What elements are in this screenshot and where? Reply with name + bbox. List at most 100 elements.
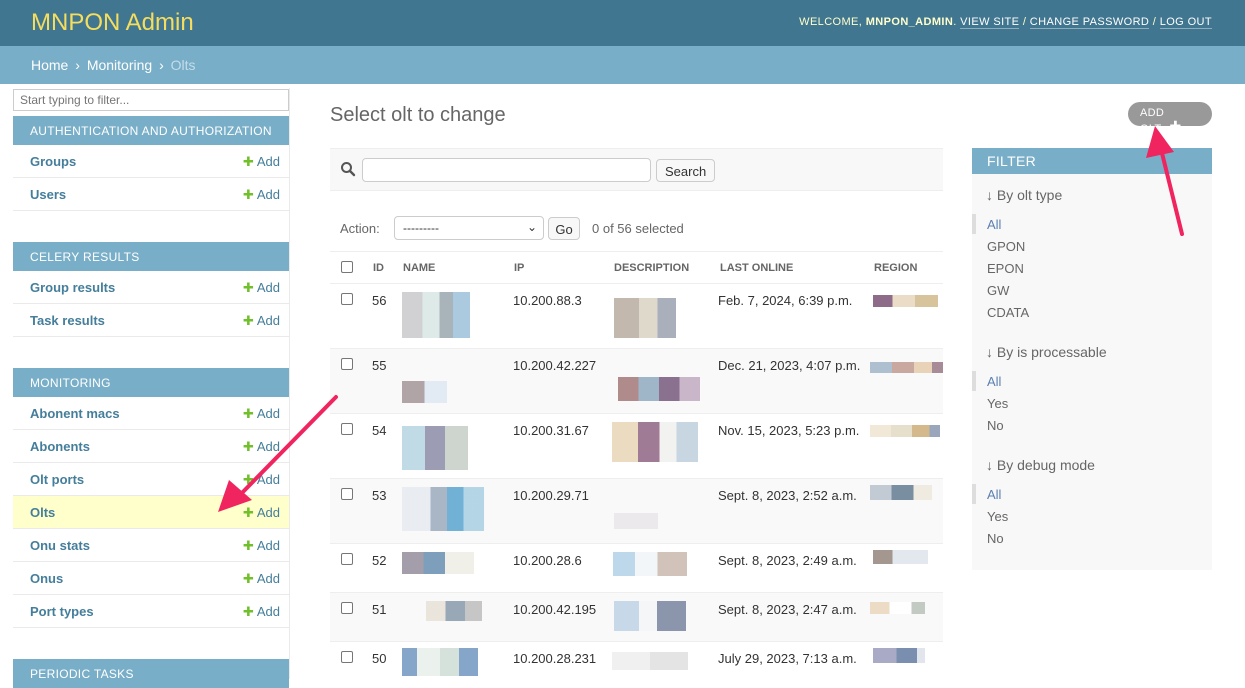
add-olt-button[interactable]: ADD OLT ✚ [1128,102,1212,135]
sidebar-item-olts[interactable]: Olts ✚ Add [13,496,289,529]
filter-debug-all[interactable]: All [987,487,1001,502]
breadcrumb-monitoring[interactable]: Monitoring [87,57,152,73]
breadcrumb-separator: › [75,57,80,73]
add-abonents-link[interactable]: ✚ Add [243,439,280,455]
sidebar-item-label[interactable]: Olts [30,505,55,520]
sidebar-item-label[interactable]: Abonents [30,439,90,454]
redacted-name[interactable] [402,648,478,676]
module-caption-monitoring[interactable]: MONITORING [13,368,289,397]
table-row[interactable]: 56 10.200.88.3 Feb. 7, 2024, 6:39 p.m. [330,284,943,349]
redacted-name[interactable] [402,381,447,403]
row-checkbox[interactable] [341,651,353,663]
sidebar-item-label[interactable]: Abonent macs [30,406,120,421]
site-brand[interactable]: MNPON Admin [31,9,194,37]
redacted-name[interactable] [402,552,474,574]
filter-olt-type-gpon[interactable]: GPON [987,239,1025,254]
sidebar-item-onu-stats[interactable]: Onu stats ✚ Add [13,529,289,562]
plus-icon: ✚ [242,187,254,202]
select-all-checkbox[interactable] [341,261,353,273]
nav-filter-input[interactable] [13,89,289,111]
filter-olt-type-gw[interactable]: GW [987,283,1009,298]
row-checkbox[interactable] [341,293,353,305]
search-input[interactable] [362,158,651,182]
filter-olt-type-cdata[interactable]: CDATA [987,305,1029,320]
sidebar-item-label[interactable]: Users [30,187,66,202]
sidebar-item-label[interactable]: Onus [30,571,63,586]
add-users-link[interactable]: ✚ Add [243,187,280,203]
add-onu-stats-link[interactable]: ✚ Add [243,538,280,554]
table-row[interactable]: 52 10.200.28.6 Sept. 8, 2023, 2:49 a.m. [330,544,943,593]
breadcrumb-home[interactable]: Home [31,57,68,73]
redacted-name[interactable] [426,601,482,621]
column-header-description[interactable]: DESCRIPTION [614,262,689,274]
add-group-results-link[interactable]: ✚ Add [243,280,280,296]
row-ip: 10.200.42.195 [513,602,597,617]
sidebar-item-onus[interactable]: Onus ✚ Add [13,562,289,595]
row-checkbox[interactable] [341,602,353,614]
sidebar-item-label[interactable]: Group results [30,280,115,295]
add-olt-ports-link[interactable]: ✚ Add [243,472,280,488]
column-header-ip[interactable]: IP [514,262,524,274]
filter-olt-type-epon[interactable]: EPON [987,261,1024,276]
column-header-region[interactable]: REGION [874,262,917,274]
redacted-name[interactable] [402,426,468,470]
row-checkbox[interactable] [341,423,353,435]
user-tools: WELCOME, MNPON_ADMIN. VIEW SITE / CHANGE… [799,16,1212,29]
add-groups-link[interactable]: ✚ Add [243,154,280,170]
table-row[interactable]: 50 10.200.28.231 July 29, 2023, 7:13 a.m… [330,642,943,682]
sidebar-item-task-results[interactable]: Task results ✚ Add [13,304,289,337]
sidebar-item-abonent-macs[interactable]: Abonent macs ✚ Add [13,397,289,430]
row-checkbox[interactable] [341,553,353,565]
redacted-name[interactable] [402,487,484,531]
action-select[interactable]: --------- ⌄ [394,216,544,240]
column-header-id[interactable]: ID [373,262,384,274]
filter-processable-all[interactable]: All [987,374,1001,389]
add-olts-link[interactable]: ✚ Add [243,505,280,521]
sidebar-item-users[interactable]: Users ✚ Add [13,178,289,211]
sidebar-item-groups[interactable]: Groups ✚ Add [13,145,289,178]
filter-olt-type-all[interactable]: All [987,217,1001,232]
sidebar-item-olt-ports[interactable]: Olt ports ✚ Add [13,463,289,496]
redacted-region [873,295,938,307]
redacted-name[interactable] [402,292,470,338]
table-row[interactable]: 55 10.200.42.227 Dec. 21, 2023, 4:07 p.m… [330,349,943,414]
go-button[interactable]: Go [548,217,580,240]
filter-heading-debug-mode: ↓ By debug mode [986,457,1095,473]
table-row[interactable]: 54 10.200.31.67 Nov. 15, 2023, 5:23 p.m. [330,414,943,479]
table-row[interactable]: 53 10.200.29.71 Sept. 8, 2023, 2:52 a.m. [330,479,943,544]
sidebar-item-label[interactable]: Task results [30,313,105,328]
filter-debug-yes[interactable]: Yes [987,509,1008,524]
view-site-link[interactable]: VIEW SITE [960,16,1020,29]
add-label: Add [256,280,280,295]
module-caption-celery[interactable]: CELERY RESULTS [13,242,289,271]
row-checkbox[interactable] [341,358,353,370]
log-out-link[interactable]: LOG OUT [1159,16,1212,29]
plus-icon: ✚ [242,604,254,619]
add-onus-link[interactable]: ✚ Add [243,571,280,587]
sidebar-item-label[interactable]: Olt ports [30,472,84,487]
change-password-link[interactable]: CHANGE PASSWORD [1029,16,1150,29]
row-ip: 10.200.28.6 [513,553,582,568]
filter-debug-no[interactable]: No [987,531,1004,546]
sidebar-item-label[interactable]: Port types [30,604,94,619]
module-caption-auth[interactable]: AUTHENTICATION AND AUTHORIZATION [13,116,289,145]
sidebar-item-label[interactable]: Groups [30,154,76,169]
add-port-types-link[interactable]: ✚ Add [243,604,280,620]
add-task-results-link[interactable]: ✚ Add [243,313,280,329]
module-caption-periodic-tasks[interactable]: PERIODIC TASKS [13,659,289,688]
table-row[interactable]: 51 10.200.42.195 Sept. 8, 2023, 2:47 a.m… [330,593,943,642]
sidebar-item-port-types[interactable]: Port types ✚ Add [13,595,289,628]
search-button[interactable]: Search [656,159,716,182]
sidebar-item-group-results[interactable]: Group results ✚ Add [13,271,289,304]
row-checkbox[interactable] [341,488,353,500]
column-header-last-online[interactable]: LAST ONLINE [720,262,793,274]
sidebar-item-label[interactable]: Onu stats [30,538,90,553]
filter-processable-no[interactable]: No [987,418,1004,433]
add-abonent-macs-link[interactable]: ✚ Add [243,406,280,422]
nav-sidebar: AUTHENTICATION AND AUTHORIZATION Groups … [13,88,290,688]
filter-processable-yes[interactable]: Yes [987,396,1008,411]
column-header-name[interactable]: NAME [403,262,435,274]
chevron-down-icon: ⌄ [526,220,537,234]
sidebar-item-abonents[interactable]: Abonents ✚ Add [13,430,289,463]
add-label: Add [256,505,280,520]
